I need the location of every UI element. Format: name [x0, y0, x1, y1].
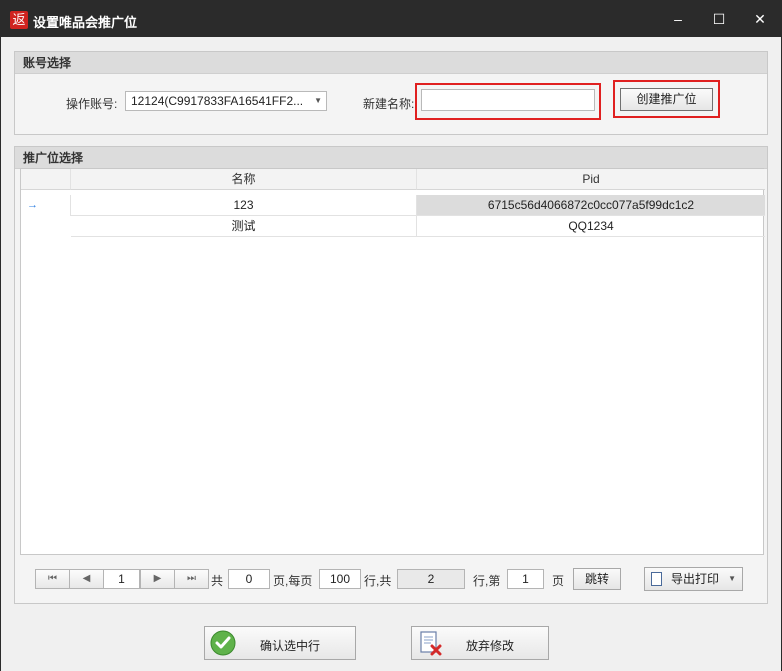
discard-changes-button[interactable]: 放弃修改 [411, 626, 549, 660]
export-print-button[interactable]: 导出打印 ▼ [644, 567, 743, 591]
current-row-arrow-icon: → [21, 195, 71, 216]
prev-page-button[interactable]: ◀ [69, 569, 104, 589]
jump-button[interactable]: 跳转 [573, 568, 621, 590]
total-label: 共 [211, 574, 224, 588]
position-group-header: 推广位选择 [15, 147, 767, 169]
total-rows-field: 2 [397, 569, 465, 589]
document-icon [651, 572, 662, 586]
create-position-button[interactable]: 创建推广位 [620, 88, 713, 111]
position-table: 名称 Pid → 123 6715c56d4066872c0cc077a5f99… [20, 168, 765, 555]
new-name-input[interactable] [421, 89, 595, 111]
close-button[interactable]: ✕ [749, 9, 771, 29]
cell-pid[interactable]: 6715c56d4066872c0cc077a5f99dc1c2 [417, 195, 765, 216]
column-header-name[interactable]: 名称 [71, 169, 417, 190]
confirm-selected-label: 确认选中行 [259, 639, 320, 653]
per-page-input[interactable]: 100 [319, 569, 361, 589]
row-indicator [21, 216, 71, 237]
cell-name[interactable]: 测试 [71, 216, 417, 237]
last-page-button[interactable]: ⏭ [174, 569, 209, 589]
page-suffix-label: 页 [552, 574, 565, 588]
window-title: 设置唯品会推广位 [33, 15, 138, 30]
app-icon: 返 [10, 11, 28, 29]
new-name-label: 新建名称: [363, 97, 415, 111]
column-header-pid[interactable]: Pid [417, 169, 765, 190]
title-bar: 返 设置唯品会推广位 – ☐ ✕ [0, 0, 782, 37]
table-header: 名称 Pid [21, 169, 765, 190]
per-page-label: 页,每页 [273, 574, 313, 588]
table-row[interactable]: 测试 QQ1234 [21, 216, 765, 237]
table-row[interactable]: → 123 6715c56d4066872c0cc077a5f99dc1c2 [21, 195, 765, 216]
maximize-button[interactable]: ☐ [708, 9, 730, 29]
total-pages-field: 0 [228, 569, 270, 589]
rows-label: 行,共 [364, 574, 392, 588]
account-select-value: 12124(C9917833FA16541FF2... [131, 94, 304, 108]
cell-name[interactable]: 123 [71, 195, 417, 216]
discard-changes-label: 放弃修改 [465, 639, 514, 653]
account-label: 操作账号: [66, 97, 118, 111]
chevron-down-icon: ▼ [728, 574, 736, 583]
current-page-input[interactable]: 1 [103, 569, 140, 589]
account-select[interactable]: 12124(C9917833FA16541FF2... ▼ [125, 91, 327, 111]
cell-pid[interactable]: QQ1234 [417, 216, 765, 237]
goto-page-input[interactable]: 1 [507, 569, 544, 589]
first-page-button[interactable]: ⏮ [35, 569, 70, 589]
minimize-button[interactable]: – [667, 9, 689, 29]
export-print-label: 导出打印 [671, 572, 720, 586]
next-page-button[interactable]: ▶ [140, 569, 175, 589]
chevron-down-icon: ▼ [314, 96, 322, 105]
account-group-header: 账号选择 [15, 52, 767, 74]
goto-label: 行,第 [473, 574, 501, 588]
row-indicator-header [21, 169, 71, 190]
confirm-selected-button[interactable]: 确认选中行 [204, 626, 356, 660]
